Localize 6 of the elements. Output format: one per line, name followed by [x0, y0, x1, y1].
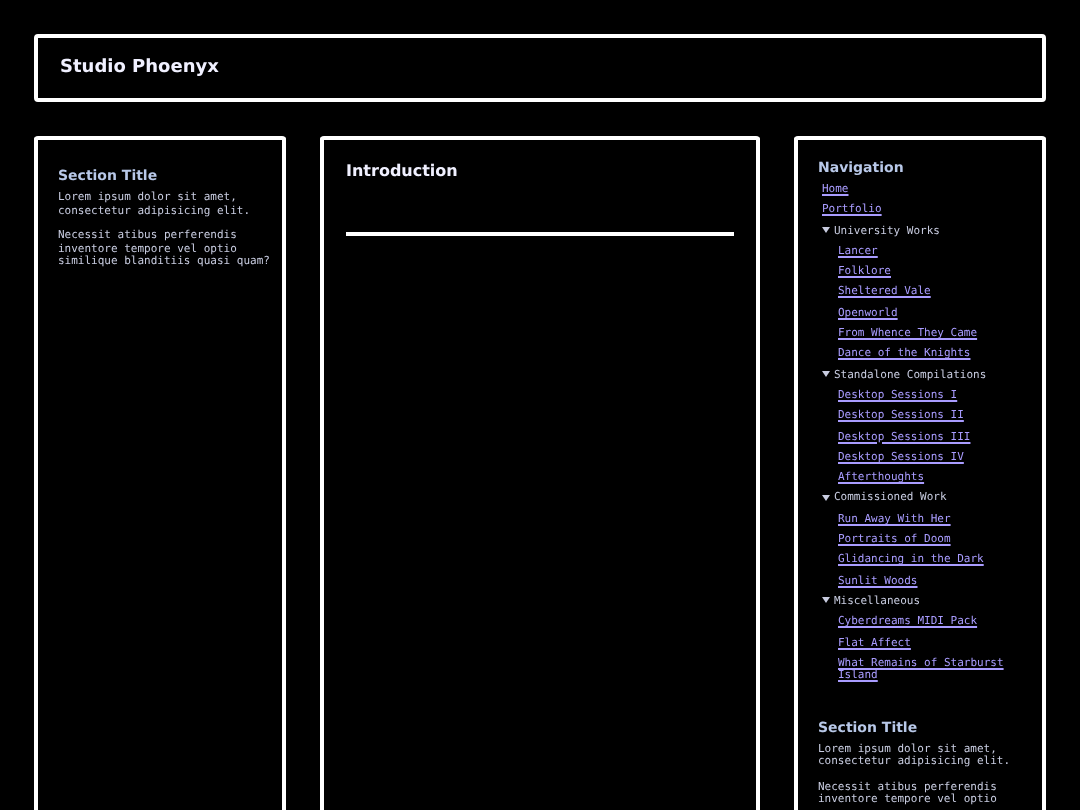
expanded-triangle-icon[interactable] [822, 493, 830, 502]
expanded-triangle-icon[interactable] [822, 596, 830, 605]
expanded-triangle-icon[interactable] [822, 370, 830, 379]
site-title: Studio Phoenyx [60, 58, 219, 78]
page-heading: Introduction [346, 162, 460, 180]
expanded-triangle-icon[interactable] [822, 226, 830, 235]
